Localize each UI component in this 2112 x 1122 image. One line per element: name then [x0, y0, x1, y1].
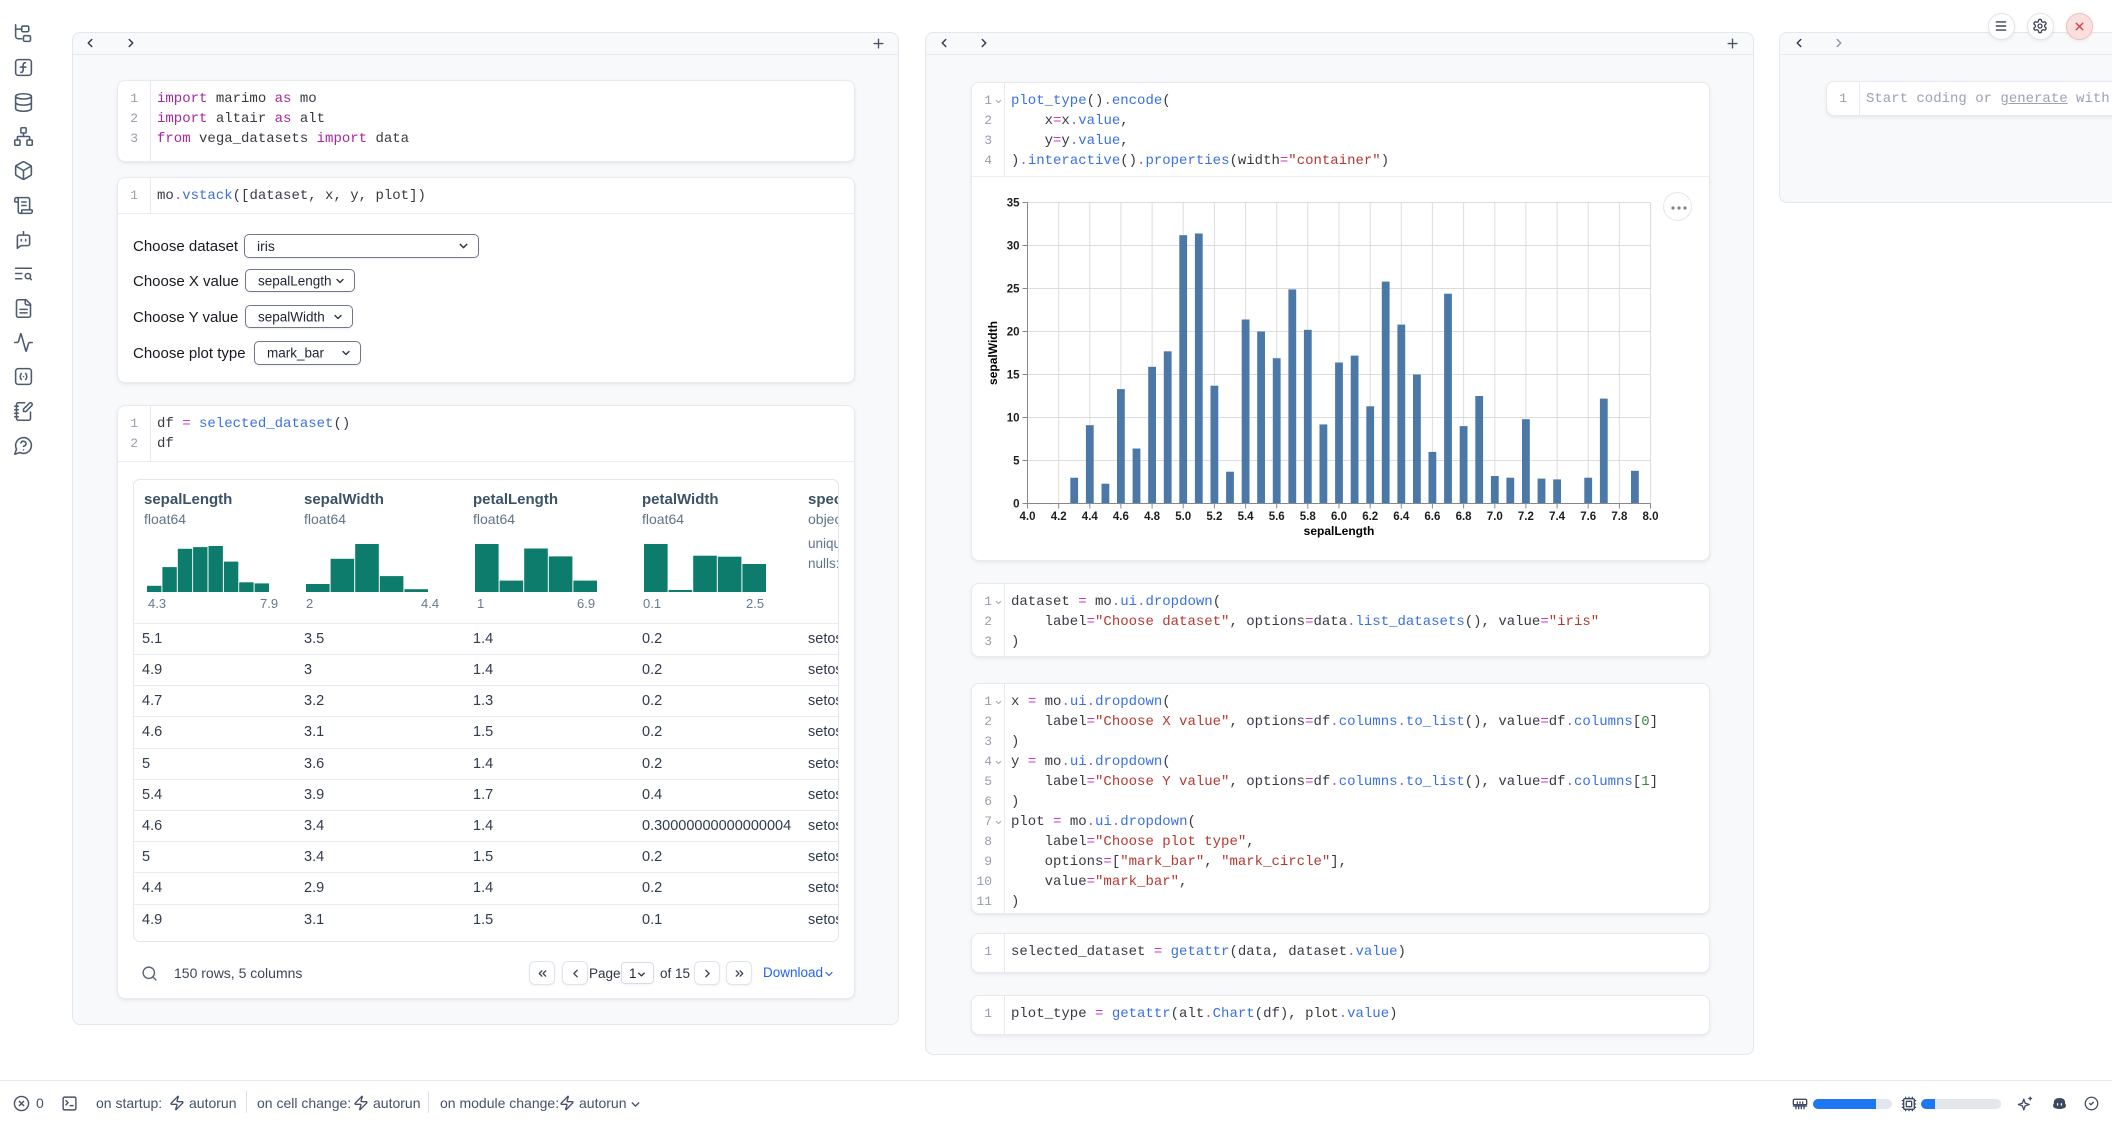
- svg-text:7.8: 7.8: [1611, 511, 1628, 523]
- svg-text:10: 10: [1007, 413, 1020, 425]
- svg-text:4.2: 4.2: [1051, 511, 1067, 523]
- svg-text:6.6: 6.6: [1424, 511, 1440, 523]
- svg-text:8.0: 8.0: [1643, 511, 1659, 523]
- svg-text:7.4: 7.4: [1549, 511, 1566, 523]
- svg-text:5.2: 5.2: [1206, 511, 1222, 523]
- svg-text:7.2: 7.2: [1518, 511, 1534, 523]
- svg-text:4.0: 4.0: [1020, 511, 1036, 523]
- svg-text:5.8: 5.8: [1300, 511, 1317, 523]
- svg-text:5.0: 5.0: [1175, 511, 1191, 523]
- svg-text:5: 5: [1013, 456, 1020, 468]
- svg-text:7.0: 7.0: [1487, 511, 1503, 523]
- svg-text:5.6: 5.6: [1269, 511, 1285, 523]
- svg-text:0: 0: [1013, 499, 1019, 511]
- svg-text:15: 15: [1007, 370, 1020, 382]
- svg-text:25: 25: [1007, 284, 1020, 296]
- svg-text:7.6: 7.6: [1580, 511, 1596, 523]
- svg-text:4.4: 4.4: [1082, 511, 1099, 523]
- svg-text:sepalWidth: sepalWidth: [986, 321, 1000, 385]
- svg-text:5.4: 5.4: [1238, 511, 1255, 523]
- svg-text:4.8: 4.8: [1144, 511, 1161, 523]
- svg-text:6.0: 6.0: [1331, 511, 1347, 523]
- svg-text:6.2: 6.2: [1362, 511, 1378, 523]
- svg-text:6.8: 6.8: [1456, 511, 1473, 523]
- svg-text:30: 30: [1007, 241, 1020, 253]
- svg-text:6.4: 6.4: [1393, 511, 1410, 523]
- svg-text:20: 20: [1007, 327, 1020, 339]
- svg-text:sepalLength: sepalLength: [1304, 524, 1375, 538]
- svg-text:4.6: 4.6: [1113, 511, 1129, 523]
- svg-text:35: 35: [1007, 198, 1020, 210]
